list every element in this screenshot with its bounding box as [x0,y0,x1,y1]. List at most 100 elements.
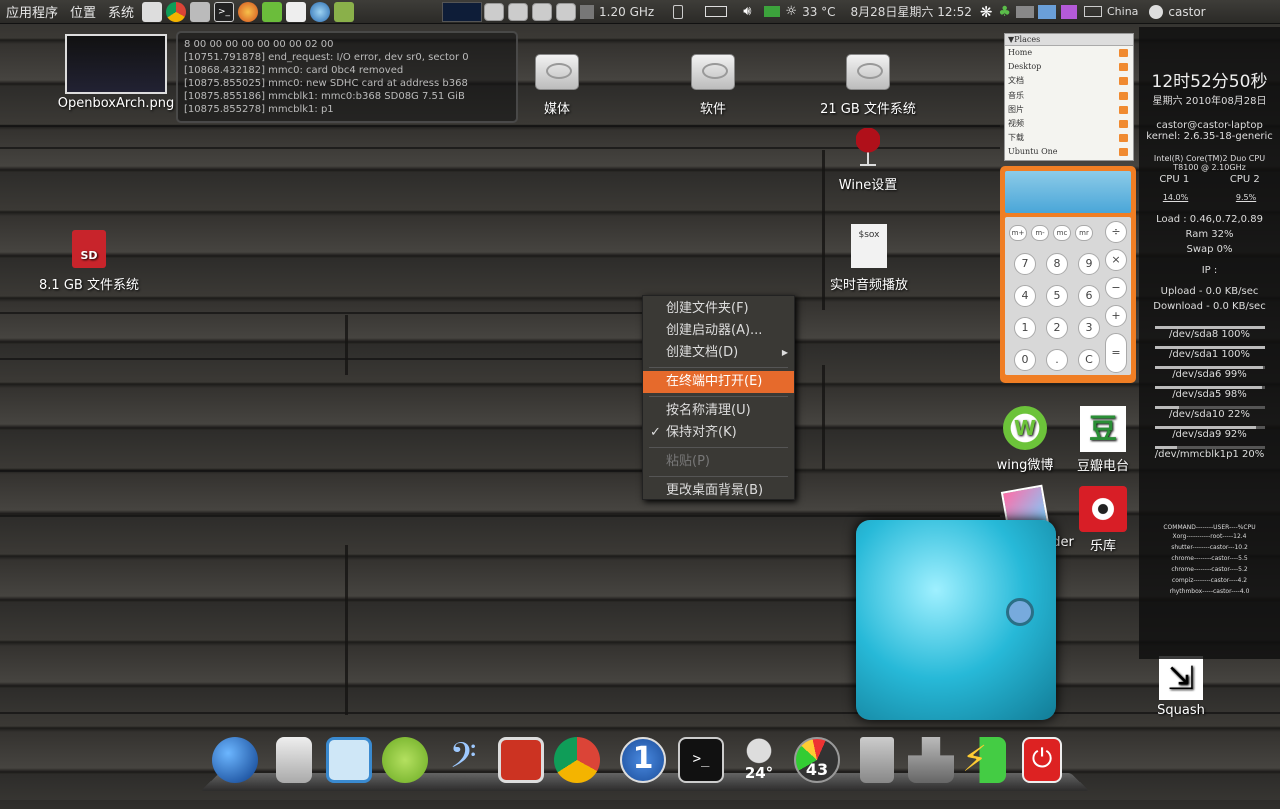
key-6[interactable]: 6 [1078,285,1100,307]
download-icon[interactable] [908,737,954,783]
places-item-downloads[interactable]: 下载 [1005,131,1133,145]
blue-lock-widget[interactable] [856,520,1056,720]
username[interactable]: castor [1168,5,1205,19]
key-8[interactable]: 8 [1046,253,1068,275]
settings-icon[interactable] [262,1,283,22]
text-editor-icon[interactable] [286,1,307,22]
desktop-icon-fs21[interactable]: 21 GB 文件系统 [812,54,924,117]
ubuntu-one-icon[interactable]: ❋ [980,3,993,21]
log-line: [10868.432182] mmc0: card 0bc4 removed [184,65,404,76]
weather-dock-icon[interactable]: 24° [736,737,782,783]
user-icon[interactable] [1149,4,1164,19]
globe-icon[interactable] [212,737,258,783]
alien-icon[interactable] [142,1,163,22]
workspace-number-icon[interactable]: 1 [620,737,666,783]
desktop-icon-wing[interactable]: W wing微博 [994,406,1056,473]
key-2[interactable]: 2 [1046,317,1068,339]
key-5[interactable]: 5 [1046,285,1068,307]
key-m-plus[interactable]: m+ [1009,225,1027,241]
power-icon[interactable]: ⏻ [1022,737,1062,783]
menu-applications[interactable]: 应用程序 [0,2,64,21]
key-decimal[interactable]: . [1046,349,1068,371]
system-monitor-icon[interactable] [190,1,211,22]
key-4[interactable]: 4 [1014,285,1036,307]
desktop-icon-sd[interactable]: SD 8.1 GB 文件系统 [30,230,148,293]
process-row: chrome--------castor----5.5 [1171,555,1248,562]
places-item-music[interactable]: 音乐 [1005,89,1133,103]
books-icon[interactable] [334,1,355,22]
display-icon[interactable] [1015,5,1034,18]
terminal-dock-icon[interactable]: >_ [678,737,724,783]
screenlet-icon[interactable] [1037,4,1056,19]
drive-dock-icon[interactable] [276,737,312,783]
weather-icon[interactable]: ☼ [785,4,797,19]
key-divide[interactable]: ÷ [1105,221,1127,243]
flower-icon[interactable] [1060,4,1077,19]
clock[interactable]: 8月28日星期六 12:52 [851,3,972,20]
desktop-icon-software[interactable]: 软件 [676,54,750,117]
workspace-2[interactable] [508,2,529,21]
key-mr[interactable]: mr [1075,225,1093,241]
keyhole-icon[interactable] [1006,598,1034,626]
trash-icon[interactable] [860,737,894,783]
menu-item-open-in-terminal[interactable]: 在终端中打开(E) [643,371,794,393]
menu-item-clean-up-by-name[interactable]: 按名称清理(U) [643,400,794,422]
key-0[interactable]: 0 [1014,349,1036,371]
thunderbird-icon[interactable] [310,1,331,22]
desktop-icon-leku[interactable]: 乐库 [1076,486,1130,554]
keyboard-layout[interactable]: China [1107,5,1138,18]
lock-icon[interactable] [673,4,684,19]
key-multiply[interactable]: × [1105,249,1127,271]
terminal-icon[interactable]: >_ [214,1,235,22]
menu-item-create-document[interactable]: 创建文档(D) ▶ [643,342,794,364]
workspace-4[interactable] [556,2,577,21]
desktop-icon-media[interactable]: 媒体 [520,54,594,117]
volume-icon[interactable]: 🔊︎ [743,4,751,19]
disk-usage-list: /dev/sda8 100% /dev/sda1 100% /dev/sda6 99… [1139,326,1280,460]
presentation-icon[interactable] [498,737,544,783]
desktop-icon-screenshot[interactable]: OpenboxArch.png [56,34,176,111]
desktop-icon-squash[interactable]: ⇲ Squash [1150,656,1212,718]
key-plus[interactable]: + [1105,305,1127,327]
places-item-documents[interactable]: 文档 [1005,74,1133,88]
key-9[interactable]: 9 [1078,253,1100,275]
battery-icon[interactable] [705,6,728,17]
key-7[interactable]: 7 [1014,253,1036,275]
places-item-desktop[interactable]: Desktop [1005,60,1133,74]
key-1[interactable]: 1 [1014,317,1036,339]
chat-icon[interactable] [382,737,428,783]
menu-places[interactable]: 位置 [64,2,102,21]
battery-dock-icon[interactable]: ⚡ [962,737,1006,783]
firefox-icon[interactable] [238,1,259,22]
places-item-videos[interactable]: 视频 [1005,117,1133,131]
places-item-pictures[interactable]: 图片 [1005,103,1133,117]
music-bass-clef-icon[interactable]: 𝄢 [440,737,486,783]
key-minus[interactable]: − [1105,277,1127,299]
menu-item-keep-aligned[interactable]: ✓ 保持对齐(K) [643,422,794,444]
menu-item-create-folder[interactable]: 创建文件夹(F) [643,298,794,320]
places-item-home[interactable]: Home [1005,46,1133,60]
desktop-icon-wine[interactable]: Wine设置 [830,128,906,193]
chrome-dock-icon[interactable] [554,737,600,783]
workspace-1[interactable] [484,2,505,21]
key-3[interactable]: 3 [1078,317,1100,339]
speedometer-icon[interactable]: 43 [794,737,840,783]
desktop-icon-douban[interactable]: 豆 豆瓣电台 [1074,406,1132,474]
key-equals[interactable]: = [1105,333,1127,373]
key-mc[interactable]: mc [1053,225,1071,241]
menu-item-create-launcher[interactable]: 创建启动器(A)... [643,320,794,342]
menu-system[interactable]: 系统 [102,2,140,21]
system-monitor-dock-icon[interactable] [326,737,372,783]
key-clear[interactable]: C [1078,349,1100,371]
key-m-minus[interactable]: m- [1031,225,1049,241]
menu-item-label: 创建文件夹(F) [666,301,749,316]
places-item-ubuntu-one[interactable]: Ubuntu One [1005,145,1133,159]
places-header[interactable]: ▼Places [1005,34,1133,46]
mail-icon[interactable] [764,6,781,17]
menu-item-change-background[interactable]: 更改桌面背景(B) [643,480,794,502]
keyboard-icon[interactable] [1083,6,1102,17]
tree-icon[interactable]: ♣ [998,4,1011,20]
chrome-icon[interactable] [166,1,187,22]
workspace-3[interactable] [532,2,553,21]
desktop-icon-sox[interactable]: $sox 实时音频播放 [826,224,912,293]
